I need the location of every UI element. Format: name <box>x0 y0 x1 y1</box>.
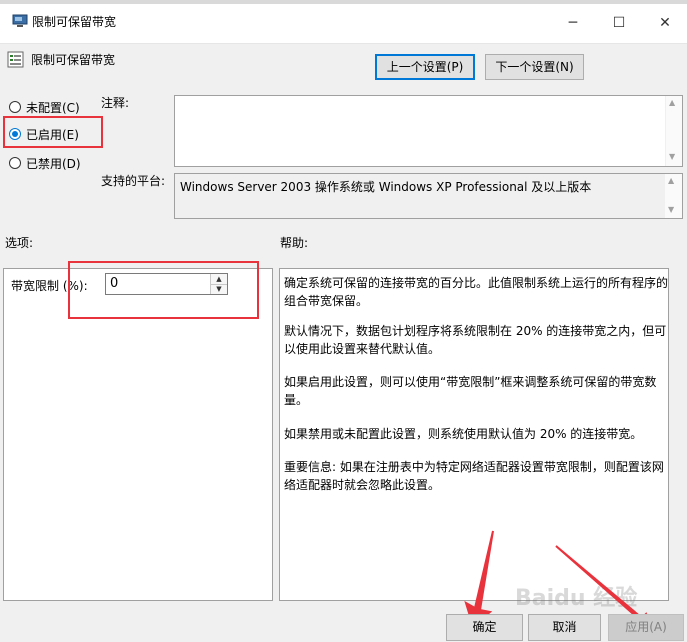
minimize-button[interactable]: ─ <box>550 8 596 38</box>
annotation-highlight-option <box>68 261 259 319</box>
help-label: 帮助: <box>280 236 309 250</box>
apply-button[interactable]: 应用(A) <box>608 614 684 641</box>
radio-not-configured[interactable]: 未配置(C) <box>9 98 104 116</box>
next-setting-button[interactable]: 下一个设置(N) <box>485 54 584 80</box>
policy-app-icon <box>12 14 28 28</box>
policy-setting-icon <box>7 51 24 68</box>
platform-text: Windows Server 2003 操作系统或 Windows XP Pro… <box>180 180 592 194</box>
scroll-up-icon[interactable]: ▲ <box>668 176 674 185</box>
scroll-up-icon[interactable]: ▲ <box>669 98 675 107</box>
comment-textarea[interactable] <box>174 95 683 167</box>
ok-button[interactable]: 确定 <box>446 614 523 641</box>
radio-circle <box>9 101 21 113</box>
window-title: 限制可保留带宽 <box>32 15 117 29</box>
options-label: 选项: <box>5 236 34 250</box>
radio-label: 已禁用(D) <box>26 157 81 171</box>
radio-disabled[interactable]: 已禁用(D) <box>9 154 104 172</box>
radio-circle <box>9 157 21 169</box>
watermark-logo: Baidu 经验 <box>515 586 638 611</box>
cancel-button[interactable]: 取消 <box>528 614 601 641</box>
help-paragraph: 如果启用此设置，则可以使用“带宽限制”框来调整系统可保留的带宽数量。 <box>284 375 657 407</box>
platform-label: 支持的平台: <box>101 174 166 188</box>
help-paragraph: 默认情况下，数据包计划程序将系统限制在 20% 的连接带宽之内，但可以使用此设置… <box>284 324 667 356</box>
radio-label: 未配置(C) <box>26 101 80 115</box>
annotation-highlight-enabled <box>3 116 103 148</box>
help-paragraph: 如果禁用或未配置此设置，则系统使用默认值为 20% 的连接带宽。 <box>284 427 643 441</box>
scroll-down-icon[interactable]: ▼ <box>668 205 674 214</box>
platform-scrollbar[interactable]: ▲ ▼ <box>665 174 682 218</box>
previous-setting-button[interactable]: 上一个设置(P) <box>375 54 475 80</box>
policy-name: 限制可保留带宽 <box>31 53 116 67</box>
help-paragraph: 确定系统可保留的连接带宽的百分比。此值限制系统上运行的所有程序的组合带宽保留。 <box>284 276 669 308</box>
top-strip <box>0 0 687 4</box>
scroll-down-icon[interactable]: ▼ <box>669 152 675 161</box>
comment-scrollbar[interactable]: ▲ ▼ <box>665 96 682 166</box>
close-button[interactable]: ✕ <box>642 8 687 38</box>
help-paragraph: 重要信息: 如果在注册表中为特定网络适配器设置带宽限制，则配置该网络适配器时就会… <box>284 460 664 492</box>
comment-label: 注释: <box>101 96 130 110</box>
maximize-button[interactable]: ☐ <box>596 8 642 38</box>
